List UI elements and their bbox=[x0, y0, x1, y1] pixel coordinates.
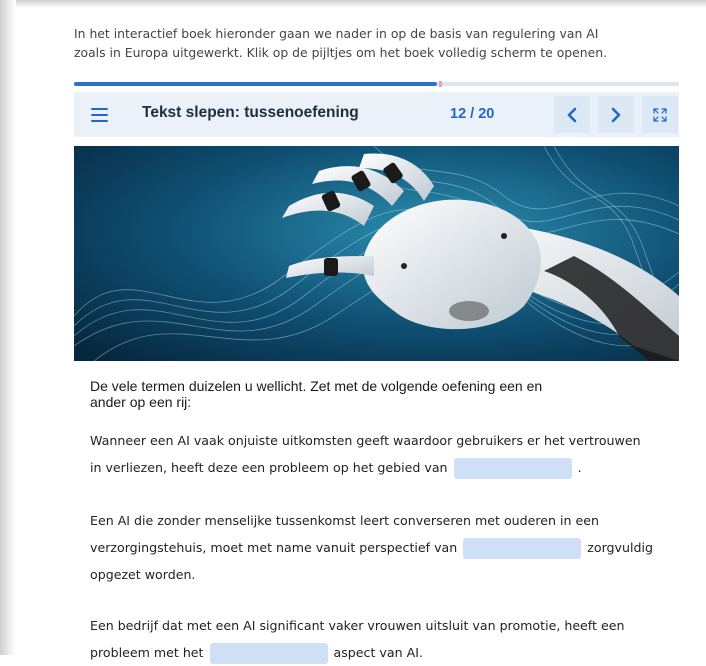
hamburger-menu-icon[interactable] bbox=[88, 104, 110, 126]
exercise-lead-text: De vele termen duizelen u wellicht. Zet … bbox=[90, 378, 670, 410]
question-2: Een AI die zonder menselijke tussenkomst… bbox=[90, 507, 690, 588]
content-page: In het interactief boek hieronder gaan w… bbox=[16, 8, 706, 664]
question-3-line-1: Een bedrijf dat met een AI significant v… bbox=[90, 618, 625, 633]
next-page-button[interactable] bbox=[598, 96, 634, 133]
drop-zone-2[interactable] bbox=[463, 538, 582, 559]
chevron-right-icon bbox=[611, 107, 621, 122]
book-toolbar: Tekst slepen: tussenoefening 12 / 20 bbox=[74, 92, 679, 137]
book-page-title: Tekst slepen: tussenoefening bbox=[142, 104, 359, 121]
drop-zone-3[interactable] bbox=[209, 643, 328, 664]
question-2-text-after: zorgvuldig bbox=[587, 540, 653, 555]
question-2-text-before: verzorgingstehuis, moet met name vanuit … bbox=[90, 540, 458, 555]
book-progress-fill bbox=[74, 82, 437, 86]
page-separator: / bbox=[470, 106, 475, 122]
intro-line-1: In het interactief boek hieronder gaan w… bbox=[74, 26, 599, 41]
question-3: Een bedrijf dat met een AI significant v… bbox=[90, 612, 690, 666]
question-1-line-1: Wanneer een AI vaak onjuiste uitkomsten … bbox=[90, 433, 641, 448]
robot-hand-illustration bbox=[74, 146, 679, 361]
book-progress-marker bbox=[439, 81, 442, 87]
question-2-line-1: Een AI die zonder menselijke tussenkomst… bbox=[90, 513, 600, 528]
question-3-text-after: aspect van AI. bbox=[333, 645, 423, 660]
question-1-text-before: in verliezen, heeft deze een probleem op… bbox=[90, 460, 448, 475]
page-shadow-left bbox=[0, 0, 16, 655]
page-counter: 12 / 20 bbox=[450, 106, 494, 122]
page-shadow-top bbox=[0, 0, 706, 8]
intro-text: In het interactief boek hieronder gaan w… bbox=[74, 24, 694, 62]
previous-page-button[interactable] bbox=[554, 96, 590, 133]
lead-line-1: De vele termen duizelen u wellicht. Zet … bbox=[90, 378, 543, 394]
total-pages: 20 bbox=[478, 106, 495, 122]
book-progress-bar bbox=[74, 81, 679, 87]
lead-line-2: ander op een rij: bbox=[90, 394, 192, 410]
question-3-text-before: probleem met het bbox=[90, 645, 204, 660]
fullscreen-icon bbox=[653, 107, 667, 122]
intro-line-2: zoals in Europa uitgewerkt. Klik op de p… bbox=[74, 45, 608, 60]
question-2-line-3: opgezet worden. bbox=[90, 567, 196, 582]
chevron-left-icon bbox=[567, 107, 577, 122]
fullscreen-button[interactable] bbox=[642, 96, 678, 133]
current-page: 12 bbox=[450, 106, 467, 122]
drop-zone-1[interactable] bbox=[453, 458, 572, 479]
question-1: Wanneer een AI vaak onjuiste uitkomsten … bbox=[90, 427, 690, 481]
question-1-text-after: . bbox=[577, 460, 582, 475]
